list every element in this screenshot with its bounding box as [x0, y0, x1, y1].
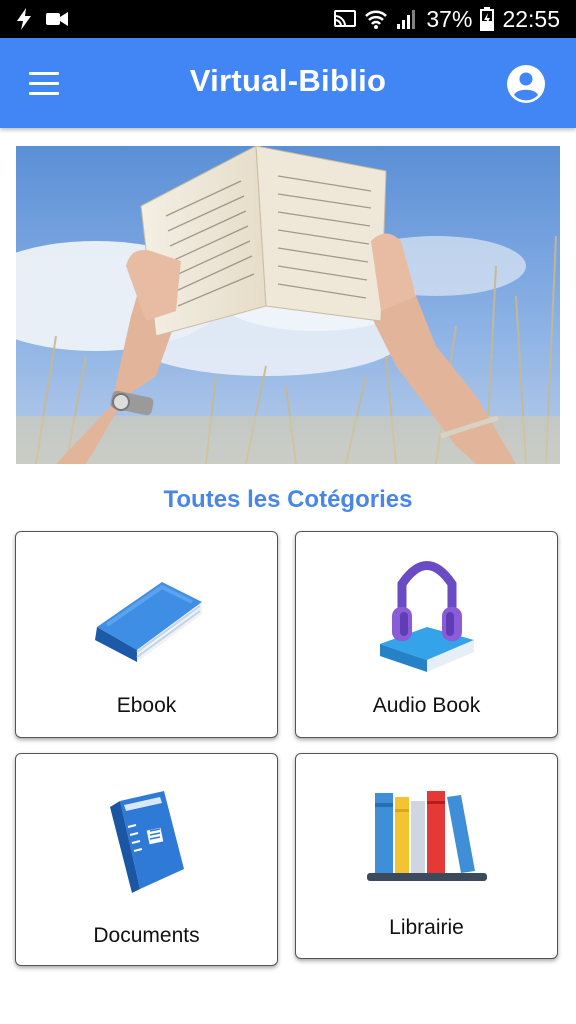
category-label: Audio Book — [372, 694, 481, 717]
category-card-documents[interactable]: Documents — [15, 753, 278, 966]
battery-charging-icon — [480, 7, 495, 31]
books-on-shelf-icon — [296, 789, 557, 884]
flash-icon — [16, 8, 32, 30]
status-bar: 37% 22:55 — [0, 0, 576, 38]
clock: 22:55 — [502, 5, 560, 32]
status-right: 37% 22:55 — [334, 4, 560, 34]
status-left — [16, 6, 68, 32]
category-card-ebook[interactable]: Ebook — [15, 531, 278, 738]
account-circle-icon[interactable] — [506, 64, 546, 104]
wifi-icon — [364, 8, 388, 30]
category-label: Documents — [93, 924, 200, 947]
section-title: Toutes les Cotégories — [163, 486, 413, 513]
category-label: Librairie — [389, 916, 464, 939]
category-card-librairie[interactable]: Librairie — [295, 753, 558, 959]
app-bar: Virtual-Biblio — [0, 38, 576, 128]
category-label: Ebook — [116, 694, 177, 717]
cast-icon — [334, 9, 357, 29]
headphones-on-book-icon — [296, 552, 557, 677]
app-title: Virtual-Biblio — [189, 63, 387, 98]
blue-book-icon — [16, 572, 277, 667]
category-card-audio-book[interactable]: Audio Book — [295, 531, 558, 738]
signal-icon — [396, 8, 418, 30]
hero-image — [16, 146, 560, 464]
blue-document-binder-icon — [16, 789, 277, 894]
video-camera-icon — [46, 11, 68, 27]
battery-percent: 37% — [426, 5, 473, 32]
